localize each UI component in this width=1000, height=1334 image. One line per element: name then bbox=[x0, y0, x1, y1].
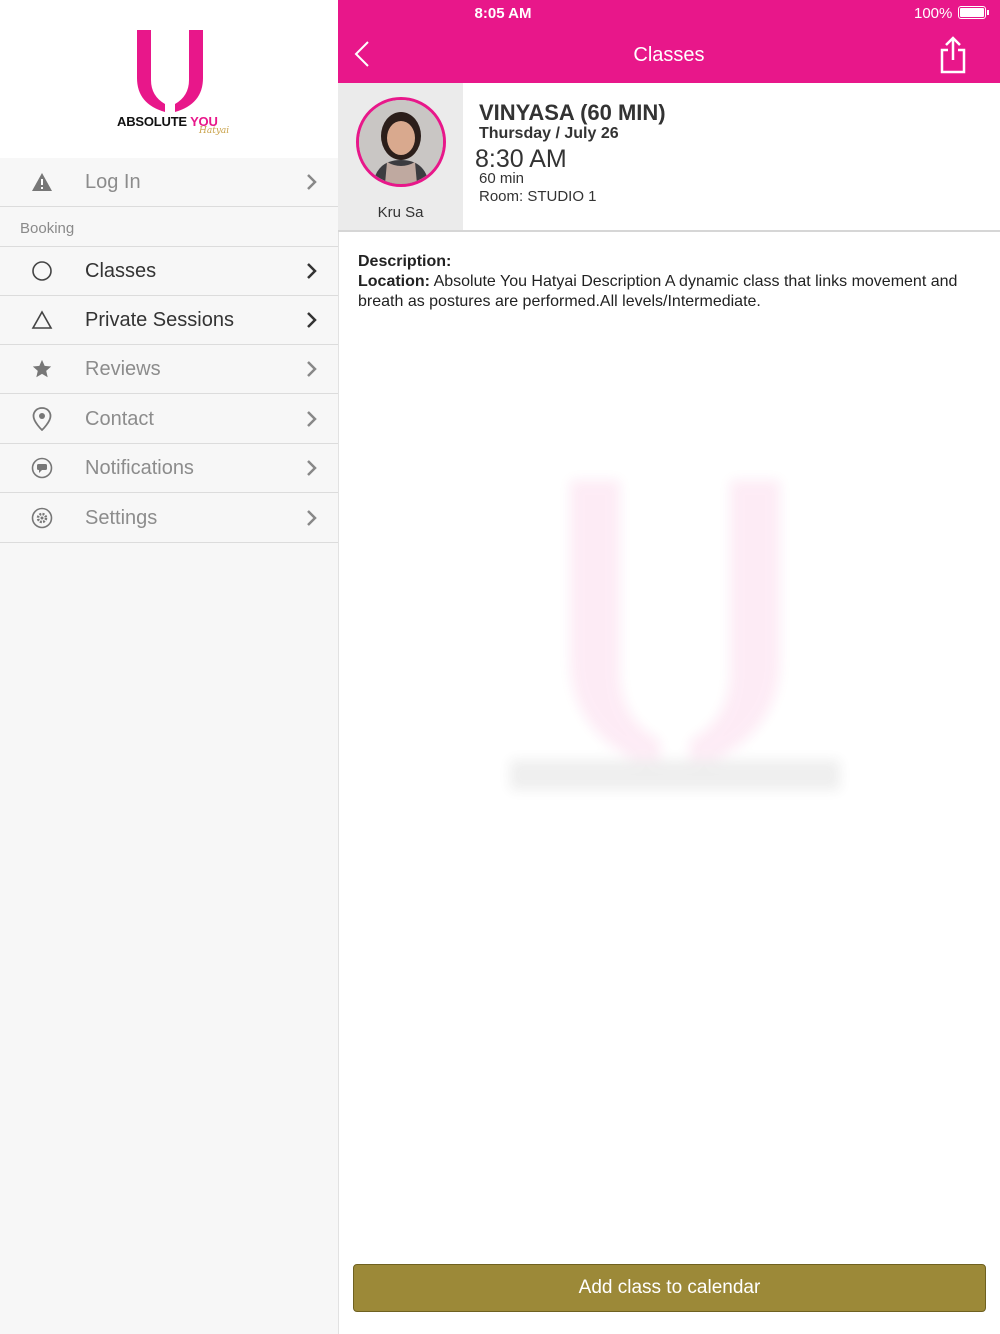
brand-logo-icon bbox=[137, 30, 203, 112]
sidebar-item-label: Classes bbox=[85, 260, 157, 282]
sidebar-item-label: Notifications bbox=[85, 457, 194, 479]
class-description: Description: Location: Absolute You Haty… bbox=[358, 252, 980, 312]
sidebar-item-label: Settings bbox=[85, 507, 158, 529]
battery-icon bbox=[958, 6, 986, 19]
share-icon[interactable] bbox=[938, 36, 968, 74]
chevron-right-icon bbox=[307, 263, 317, 279]
instructor-card[interactable]: Kru Sa bbox=[338, 83, 463, 230]
star-icon bbox=[30, 357, 54, 381]
triangle-icon bbox=[30, 308, 54, 332]
sidebar-item-label: Private Sessions bbox=[85, 309, 234, 331]
sidebar-item-label: Contact bbox=[85, 408, 154, 430]
chat-bubble-icon bbox=[30, 456, 54, 480]
navigation-bar: Classes bbox=[338, 28, 1000, 83]
sidebar-item-login[interactable]: Log In bbox=[0, 158, 338, 207]
battery-percent: 100% bbox=[914, 5, 953, 22]
chevron-right-icon bbox=[307, 361, 317, 377]
sidebar-item-classes[interactable]: Classes bbox=[0, 247, 338, 296]
class-header: Kru Sa VINYASA (60 MIN) Thursday / July … bbox=[338, 83, 1000, 232]
location-label: Location: bbox=[358, 273, 430, 290]
battery-tip bbox=[987, 10, 989, 15]
chevron-right-icon bbox=[307, 510, 317, 526]
warning-icon bbox=[30, 170, 54, 194]
location-pin-icon bbox=[30, 407, 54, 431]
class-title: VINYASA (60 MIN) bbox=[479, 100, 666, 125]
status-bar: 8:05 AM 100% bbox=[338, 0, 1000, 28]
sidebar-item-settings[interactable]: Settings bbox=[0, 494, 338, 543]
logo-area: ABSOLUTE YOU Hatyai bbox=[0, 0, 338, 158]
instructor-avatar bbox=[356, 97, 446, 187]
sidebar-item-private-sessions[interactable]: Private Sessions bbox=[0, 296, 338, 345]
section-label-booking: Booking bbox=[20, 220, 75, 237]
page-title: Classes bbox=[633, 44, 705, 66]
chevron-right-icon bbox=[307, 411, 317, 427]
chevron-right-icon bbox=[307, 460, 317, 476]
chevron-right-icon bbox=[307, 174, 317, 190]
sidebar-item-reviews[interactable]: Reviews bbox=[0, 345, 338, 394]
brand-script: Hatyai bbox=[199, 126, 230, 136]
description-heading: Description: bbox=[358, 253, 452, 270]
class-room: Room: STUDIO 1 bbox=[479, 188, 597, 205]
sidebar-item-label: Log In bbox=[85, 171, 141, 193]
watermark-logo-icon bbox=[510, 480, 840, 790]
sidebar: ABSOLUTE YOU Hatyai Log In Booking Class… bbox=[0, 0, 339, 1334]
sidebar-item-notifications[interactable]: Notifications bbox=[0, 444, 338, 493]
instructor-name: Kru Sa bbox=[377, 204, 424, 221]
sidebar-item-contact[interactable]: Contact bbox=[0, 395, 338, 444]
circle-icon bbox=[30, 259, 54, 283]
sidebar-item-label: Reviews bbox=[85, 358, 161, 380]
add-to-calendar-button[interactable]: Add class to calendar bbox=[353, 1264, 986, 1312]
status-time: 8:05 AM bbox=[474, 5, 532, 22]
description-text: Absolute You Hatyai Description A dynami… bbox=[358, 273, 958, 310]
class-date: Thursday / July 26 bbox=[479, 125, 619, 142]
class-duration: 60 min bbox=[479, 170, 525, 187]
gear-icon bbox=[30, 506, 54, 530]
chevron-right-icon bbox=[307, 312, 317, 328]
